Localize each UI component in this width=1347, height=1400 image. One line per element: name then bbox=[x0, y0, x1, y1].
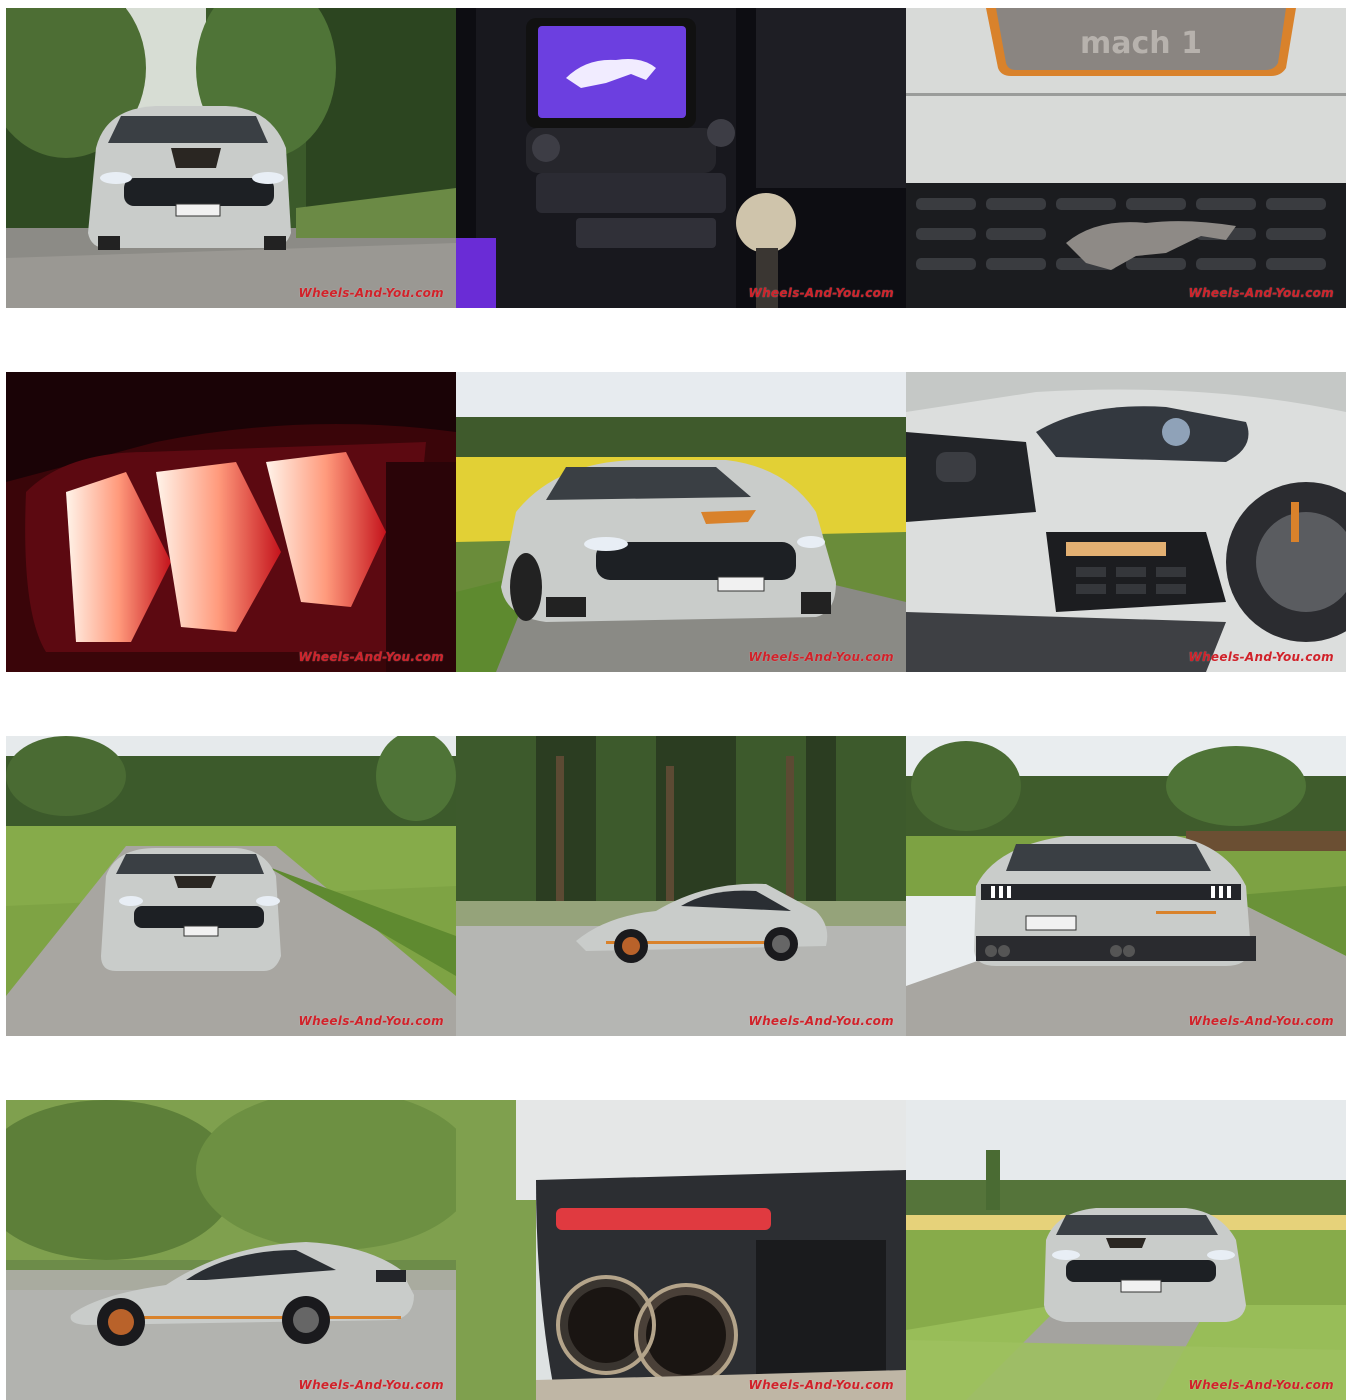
gallery-row: Wheels-And-You.com Wheels-And-You.com ma… bbox=[6, 8, 1346, 308]
gallery-photo-front-country-road[interactable]: Wheels-And-You.com bbox=[6, 736, 456, 1036]
gallery-row: Wheels-And-You.com Wheels-And-You.com Wh… bbox=[6, 1100, 1346, 1400]
photo-image bbox=[6, 1100, 456, 1400]
photo-image bbox=[456, 1100, 906, 1400]
gallery-photo-interior-screen[interactable]: Wheels-And-You.com bbox=[456, 8, 906, 308]
gallery-photo-front-forest[interactable]: Wheels-And-You.com bbox=[6, 8, 456, 308]
watermark-text: Wheels-And-You.com bbox=[1188, 650, 1334, 664]
gallery-row: Wheels-And-You.com Wheels-And-You.com Wh… bbox=[6, 736, 1346, 1036]
photo-image bbox=[456, 372, 906, 672]
gallery-photo-rear-three-quarter[interactable]: Wheels-And-You.com bbox=[906, 736, 1346, 1036]
watermark-text: Wheels-And-You.com bbox=[748, 1014, 894, 1028]
watermark-text: Wheels-And-You.com bbox=[748, 1378, 894, 1392]
photo-image bbox=[6, 372, 456, 672]
watermark-text: Wheels-And-You.com bbox=[1188, 1014, 1334, 1028]
photo-image bbox=[456, 8, 906, 308]
gallery-photo-side-motion[interactable]: Wheels-And-You.com bbox=[456, 736, 906, 1036]
gallery-row: Wheels-And-You.com Wheels-And-You.com Wh… bbox=[6, 372, 1346, 672]
photo-image bbox=[906, 736, 1346, 1036]
photo-image bbox=[906, 372, 1346, 672]
photo-image bbox=[6, 8, 456, 308]
photo-image bbox=[456, 736, 906, 1036]
gallery-photo-headlight-detail[interactable]: Wheels-And-You.com bbox=[906, 372, 1346, 672]
gallery-photo-grille-badge[interactable]: mach 1 Wheels-And-You.com bbox=[906, 8, 1346, 308]
gallery-photo-front-grass[interactable]: Wheels-And-You.com bbox=[906, 1100, 1346, 1400]
watermark-text: Wheels-And-You.com bbox=[298, 1014, 444, 1028]
gallery-photo-front-rapeseed[interactable]: Wheels-And-You.com bbox=[456, 372, 906, 672]
watermark-text: Wheels-And-You.com bbox=[748, 286, 894, 300]
photo-image bbox=[906, 1100, 1346, 1400]
watermark-text: Wheels-And-You.com bbox=[1188, 286, 1334, 300]
photo-image bbox=[6, 736, 456, 1036]
photo-gallery: Wheels-And-You.com Wheels-And-You.com ma… bbox=[6, 8, 1346, 1400]
photo-image: mach 1 bbox=[906, 8, 1346, 308]
watermark-text: Wheels-And-You.com bbox=[298, 1378, 444, 1392]
gallery-photo-side-profile[interactable]: Wheels-And-You.com bbox=[6, 1100, 456, 1400]
gallery-photo-exhaust-tips[interactable]: Wheels-And-You.com bbox=[456, 1100, 906, 1400]
gallery-photo-tail-lights[interactable]: Wheels-And-You.com bbox=[6, 372, 456, 672]
mach1-badge-text: mach 1 bbox=[1080, 26, 1202, 61]
watermark-text: Wheels-And-You.com bbox=[298, 650, 444, 664]
watermark-text: Wheels-And-You.com bbox=[1188, 1378, 1334, 1392]
watermark-text: Wheels-And-You.com bbox=[298, 286, 444, 300]
watermark-text: Wheels-And-You.com bbox=[748, 650, 894, 664]
